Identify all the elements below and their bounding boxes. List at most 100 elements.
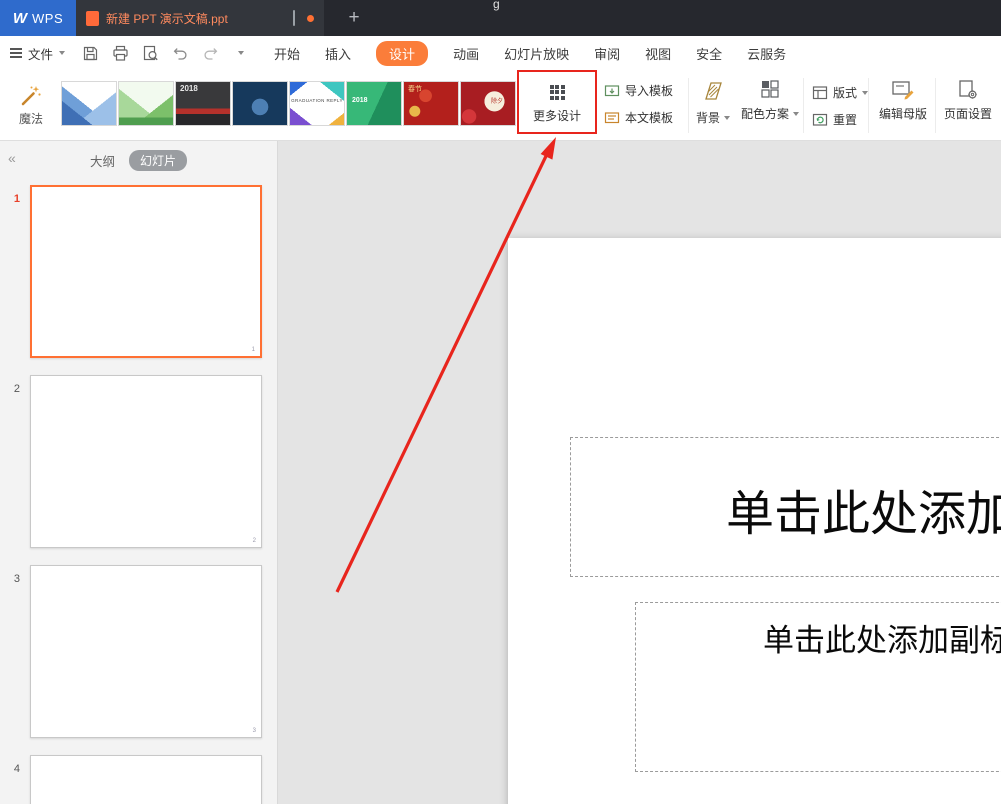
background-button[interactable]: 背景 — [690, 79, 736, 126]
design-ribbon: 魔法 2018 GRADUATION REPLY 2018 春节 除夕 更多设计… — [0, 70, 1001, 141]
slide-corner-number: 2 — [253, 538, 256, 544]
menu-bar: 文件 开始 插入 设计 动画 幻灯片放映 审阅 视图 安全 云服务 — [0, 36, 1001, 70]
subtitle-placeholder-text: 单击此处添加副标题 — [763, 615, 1001, 660]
hamburger-icon — [10, 48, 22, 58]
template-label: 除夕 — [491, 99, 503, 106]
slide-canvas[interactable]: 单击此处添加标题 单击此处添加副标题 — [508, 238, 1001, 804]
wps-logo-text: WPS — [32, 11, 63, 26]
print-preview-button[interactable] — [141, 44, 160, 63]
slide-number: 3 — [4, 573, 20, 585]
slide-thumbnail-4[interactable] — [30, 755, 262, 804]
color-scheme-button[interactable]: 配色方案 — [740, 79, 800, 122]
tab-slideshow[interactable]: 幻灯片放映 — [504, 44, 569, 63]
template-thumbnail[interactable]: GRADUATION REPLY — [289, 81, 345, 126]
wps-logo[interactable]: W WPS — [0, 0, 76, 36]
template-thumbnail[interactable]: 春节 — [403, 81, 459, 126]
chevron-down-icon — [793, 112, 799, 116]
print-preview-icon — [142, 45, 159, 62]
color-scheme-label: 配色方案 — [741, 105, 789, 122]
ribbon-divider — [935, 78, 936, 133]
ribbon-tab-strip: 开始 插入 设计 动画 幻灯片放映 审阅 视图 安全 云服务 — [274, 41, 786, 66]
toolbar-dropdown-button[interactable] — [231, 44, 250, 63]
artifact-text: g — [493, 0, 500, 11]
page-setup-icon — [957, 79, 979, 101]
unsaved-indicator-dot — [307, 15, 314, 22]
tab-design[interactable]: 设计 — [376, 41, 428, 66]
tab-slides[interactable]: 幻灯片 — [129, 150, 187, 171]
monitor-icon[interactable] — [293, 11, 295, 25]
tab-home[interactable]: 开始 — [274, 44, 300, 63]
more-designs-button[interactable]: 更多设计 — [519, 74, 595, 134]
template-thumbnail[interactable]: 2018 — [346, 81, 402, 126]
page-setup-button[interactable]: 页面设置 — [938, 79, 998, 122]
file-menu-button[interactable]: 文件 — [10, 44, 65, 63]
chevron-down-icon — [59, 51, 65, 55]
reset-label: 重置 — [833, 111, 857, 128]
new-tab-button[interactable]: + — [338, 0, 370, 36]
document-tab[interactable]: 新建 PPT 演示文稿.ppt — [76, 0, 324, 36]
color-scheme-icon — [760, 79, 780, 99]
save-button[interactable] — [81, 44, 100, 63]
title-placeholder[interactable]: 单击此处添加标题 — [570, 437, 1001, 577]
magic-wand-icon — [19, 83, 43, 107]
edit-master-button[interactable]: 编辑母版 — [872, 79, 934, 122]
magic-label: 魔法 — [19, 110, 43, 127]
document-tab-title: 新建 PPT 演示文稿.ppt — [106, 10, 282, 27]
page-setup-label: 页面设置 — [944, 105, 992, 122]
doc-template-icon — [604, 110, 620, 126]
template-thumbnail[interactable] — [232, 81, 288, 126]
tab-view[interactable]: 视图 — [645, 44, 671, 63]
tab-review[interactable]: 审阅 — [594, 44, 620, 63]
tab-insert[interactable]: 插入 — [325, 44, 351, 63]
slide-number: 4 — [4, 763, 20, 775]
slide-thumbnail-3[interactable]: 3 — [30, 565, 262, 738]
background-icon — [700, 79, 726, 103]
slide-corner-number: 3 — [253, 728, 256, 734]
chevron-down-icon — [724, 116, 730, 120]
template-thumbnail[interactable] — [61, 81, 117, 126]
undo-button[interactable] — [171, 44, 190, 63]
magic-button[interactable]: 魔法 — [8, 75, 54, 135]
layout-reset-group: 版式 重置 — [812, 84, 868, 128]
layout-button[interactable]: 版式 — [812, 84, 868, 101]
grid-icon — [550, 85, 565, 100]
slide-number: 2 — [4, 383, 20, 395]
ribbon-divider — [803, 78, 804, 133]
file-menu-label: 文件 — [28, 44, 53, 63]
panel-tabs: 大纲 幻灯片 — [0, 150, 277, 171]
slide-panel: « 大纲 幻灯片 1 1 2 2 3 3 4 — [0, 141, 278, 804]
print-icon — [112, 45, 129, 62]
slide-thumbnail-1[interactable]: 1 — [30, 185, 262, 358]
doc-template-label: 本文模板 — [625, 109, 673, 126]
layout-label: 版式 — [833, 84, 857, 101]
import-template-label: 导入模板 — [625, 82, 673, 99]
doc-template-button[interactable]: 本文模板 — [604, 109, 673, 126]
quick-access-toolbar — [81, 44, 250, 63]
template-thumbnail[interactable] — [118, 81, 174, 126]
template-label: 2018 — [352, 97, 368, 105]
template-label: 春节 — [408, 86, 422, 94]
redo-button[interactable] — [201, 44, 220, 63]
tab-outline[interactable]: 大纲 — [90, 151, 115, 170]
print-button[interactable] — [111, 44, 130, 63]
undo-icon — [172, 45, 189, 62]
design-template-gallery: 2018 GRADUATION REPLY 2018 春节 除夕 — [61, 81, 516, 126]
reset-icon — [812, 112, 828, 128]
title-placeholder-text: 单击此处添加标题 — [726, 474, 1001, 544]
template-thumbnail[interactable]: 除夕 — [460, 81, 516, 126]
template-thumbnail[interactable]: 2018 — [175, 81, 231, 126]
tab-animation[interactable]: 动画 — [453, 44, 479, 63]
chevron-down-icon — [238, 51, 244, 55]
wps-logo-mark: W — [13, 10, 27, 27]
tab-cloud[interactable]: 云服务 — [747, 44, 786, 63]
reset-button[interactable]: 重置 — [812, 111, 868, 128]
import-template-icon — [604, 83, 620, 99]
slide-thumbnail-2[interactable]: 2 — [30, 375, 262, 548]
subtitle-placeholder[interactable]: 单击此处添加副标题 — [635, 602, 1001, 772]
ppt-file-icon — [86, 11, 99, 26]
save-icon — [82, 45, 99, 62]
slide-corner-number: 1 — [252, 347, 255, 353]
tab-security[interactable]: 安全 — [696, 44, 722, 63]
import-template-button[interactable]: 导入模板 — [604, 82, 673, 99]
edit-master-icon — [891, 79, 915, 101]
